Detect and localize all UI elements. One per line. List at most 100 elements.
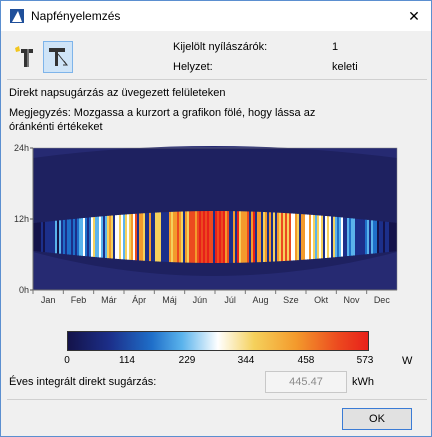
heatmap-cell-column xyxy=(77,218,79,256)
heatmap-cell-column xyxy=(347,217,349,257)
heatmap-cell-column xyxy=(65,219,67,255)
heatmap-cell-column xyxy=(175,211,177,263)
heatmap-cell-column xyxy=(341,217,343,257)
heatmap-cell-column xyxy=(139,213,141,261)
heatmap-cell-column xyxy=(281,212,283,262)
colorbar-tick: 458 xyxy=(297,355,315,366)
x-tick-label: Okt xyxy=(314,295,329,305)
heatmap-cell-column xyxy=(43,221,45,253)
heatmap-cell-column xyxy=(291,213,293,261)
heatmap-cell-column xyxy=(91,217,93,257)
close-button[interactable]: ✕ xyxy=(403,5,425,27)
shadow-tool-button[interactable] xyxy=(43,41,73,73)
heatmap-cell-column xyxy=(331,216,333,258)
heatmap-cell-column xyxy=(85,217,87,257)
heatmap-cell-column xyxy=(355,218,357,256)
orientation-value: keleti xyxy=(332,61,358,73)
heatmap-cell-column xyxy=(235,211,237,263)
heatmap-cell-column xyxy=(115,215,117,259)
heatmap-cell-column xyxy=(383,221,385,253)
ok-button[interactable]: OK xyxy=(342,408,412,430)
heatmap-cell-column xyxy=(163,212,165,262)
heatmap-cell-column xyxy=(311,214,313,260)
heatmap-cell-column xyxy=(365,219,367,255)
heatmap-cell-column xyxy=(231,211,233,263)
heatmap-cell-column xyxy=(295,213,297,261)
heatmap-cell-column xyxy=(393,222,395,252)
heatmap-cell-column xyxy=(137,213,139,261)
heatmap-cell-column xyxy=(259,211,261,263)
colorbar-tick: 229 xyxy=(178,355,196,366)
x-tick-label: Nov xyxy=(343,295,360,305)
heatmap-cell-column xyxy=(155,212,157,262)
heatmap-cell-column xyxy=(385,221,387,253)
top-divider xyxy=(7,79,427,80)
heatmap-cell-column xyxy=(307,214,309,260)
heatmap-cell-column xyxy=(79,218,81,256)
heatmap-cell-column xyxy=(183,211,185,263)
heatmap-cell-column xyxy=(217,211,219,263)
heatmap-cell-column xyxy=(131,214,133,260)
heatmap-cell-column xyxy=(247,211,249,263)
heatmap-cell-column xyxy=(147,213,149,261)
heatmap-cell-column xyxy=(133,213,135,261)
solar-heatmap-chart[interactable]: 24h 12h 0h Jan Feb Már Ápr Máj Jún Júl Aug Sze Okt No… xyxy=(1,141,432,309)
heatmap-cell-column xyxy=(371,220,373,254)
x-tick-label: Ápr xyxy=(132,295,146,305)
heatmap-cell-column xyxy=(263,212,265,262)
heatmap-cell-column xyxy=(119,214,121,260)
x-tick-label: Jún xyxy=(193,295,208,305)
heatmap-cell-column xyxy=(211,211,213,263)
heatmap-cell-column xyxy=(109,215,111,259)
x-tick-label: Jan xyxy=(41,295,56,305)
heatmap-cell-column xyxy=(361,219,363,255)
sun-analysis-app-icon xyxy=(10,9,24,23)
heatmap-cell-column xyxy=(285,213,287,261)
heatmap-cell-column xyxy=(87,217,89,257)
heatmap-cell-column xyxy=(143,213,145,261)
heatmap-cell-column xyxy=(141,213,143,261)
heatmap-cell-column xyxy=(185,211,187,263)
heatmap-cell-column xyxy=(145,213,147,261)
colorbar-tick: 0 xyxy=(64,355,70,366)
heatmap-cell-column xyxy=(49,221,51,253)
heatmap-cell-column xyxy=(329,216,331,258)
selected-openings-value: 1 xyxy=(332,41,339,53)
heatmap-cell-column xyxy=(343,217,345,257)
heatmap-cell-column xyxy=(301,214,303,260)
x-tick-label: Sze xyxy=(283,295,299,305)
heatmap-cell-column xyxy=(389,222,391,252)
heatmap-cell-column xyxy=(171,211,173,263)
x-tick-label: Már xyxy=(101,295,117,305)
heatmap-cell-column xyxy=(97,216,99,258)
heatmap-cell-column xyxy=(213,211,215,263)
heatmap-cell-column xyxy=(107,215,109,259)
heatmap-cell-column xyxy=(127,214,129,260)
heatmap-cell-column xyxy=(199,211,201,263)
heatmap-cell-column xyxy=(195,211,197,263)
heatmap-cell-column xyxy=(377,220,379,254)
heatmap-cell-column xyxy=(55,220,57,254)
heatmap-cell-column xyxy=(89,217,91,257)
heatmap-cell-column xyxy=(51,221,53,253)
heatmap-cell-column xyxy=(299,214,301,260)
heatmap-cell-column xyxy=(161,212,163,262)
heatmap-cell-column xyxy=(321,215,323,259)
bottom-divider xyxy=(7,399,427,400)
colorbar-unit: W xyxy=(402,355,413,367)
heatmap-cell-column xyxy=(313,215,315,259)
heatmap-cell-column xyxy=(45,221,47,253)
colorbar xyxy=(67,331,369,351)
heatmap-cell-column xyxy=(153,212,155,262)
heatmap-cell-column xyxy=(41,222,43,252)
heatmap-cell-column xyxy=(181,211,183,263)
heatmap-cell-column xyxy=(193,211,195,263)
annual-radiation-field: 445.47 xyxy=(265,371,347,393)
sun-window-tool-button[interactable] xyxy=(11,41,41,73)
heatmap-cell-column xyxy=(309,214,311,260)
sun-window-icon xyxy=(15,46,33,67)
title-bar[interactable]: Napfényelemzés ✕ xyxy=(1,1,431,31)
heatmap-cell-column xyxy=(303,214,305,260)
heatmap-cell-column xyxy=(293,213,295,261)
x-tick-label: Dec xyxy=(374,295,391,305)
